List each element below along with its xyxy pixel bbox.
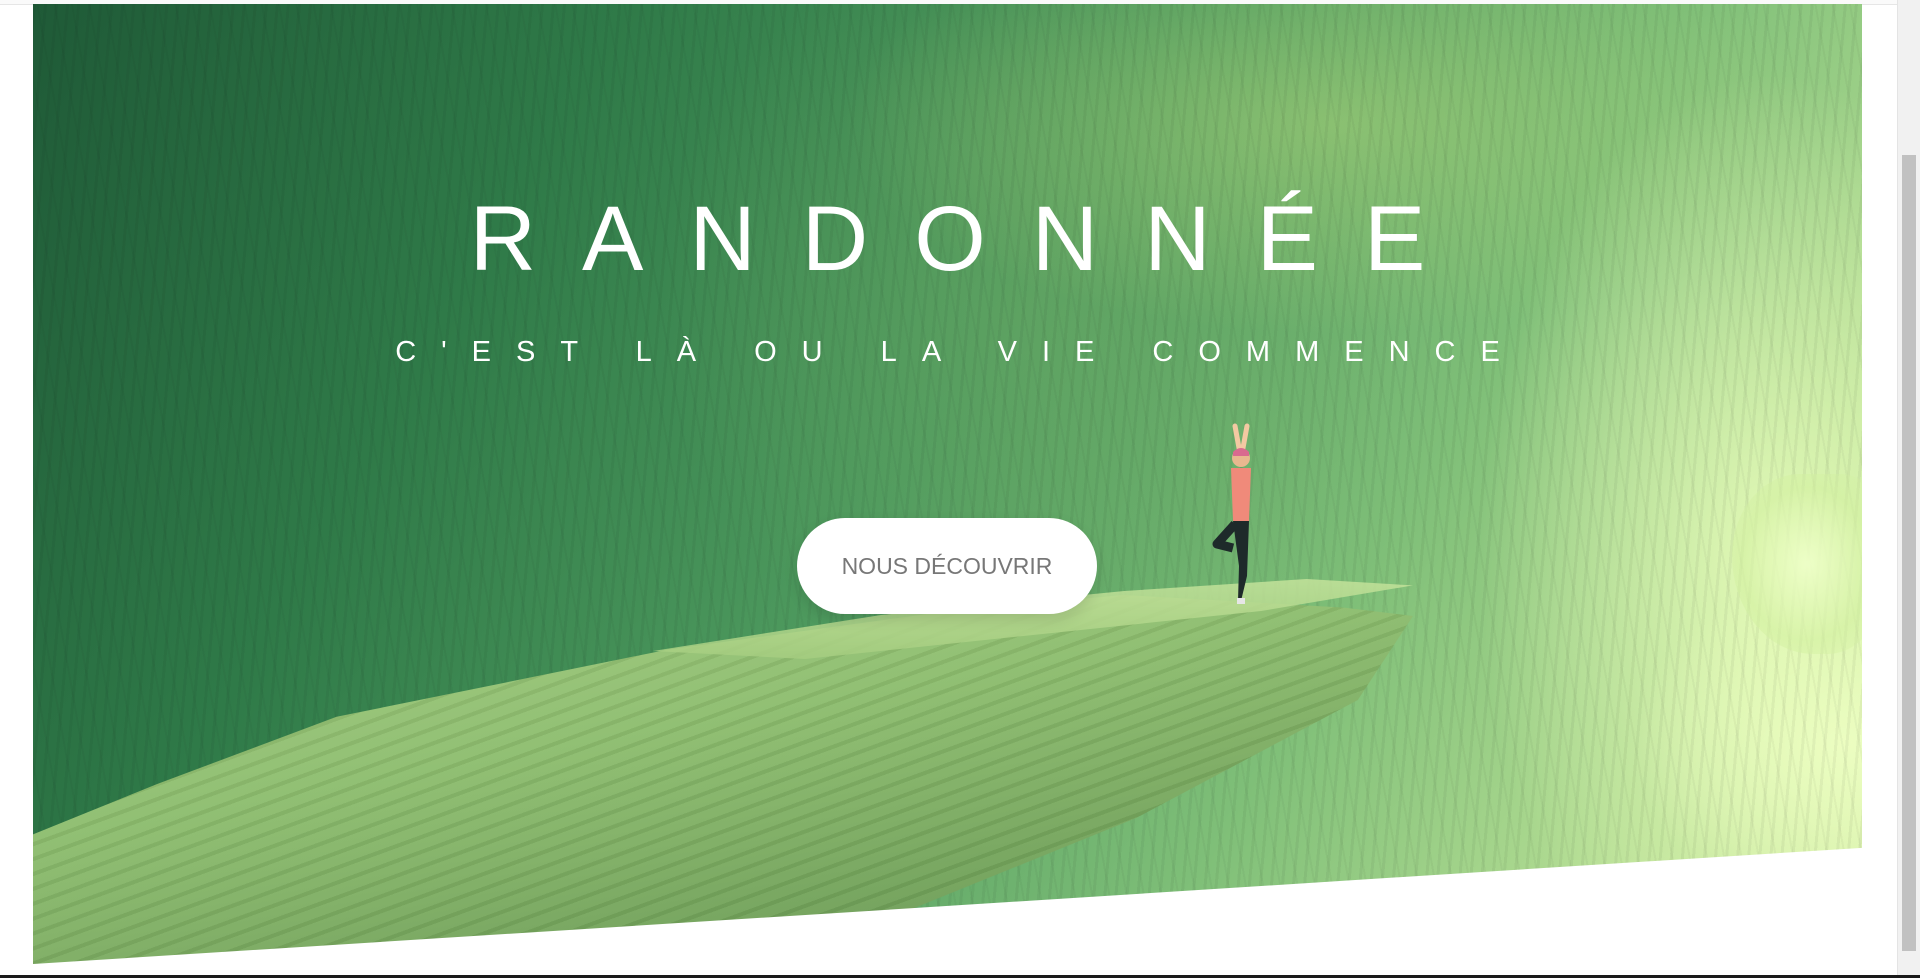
vertical-scrollbar[interactable] [1897,0,1920,978]
scrollbar-thumb[interactable] [1902,155,1916,951]
discover-button[interactable]: NOUS DÉCOUVRIR [797,518,1097,614]
page-viewport: RANDONNÉE C'EST LÀ OU LA VIE COMMENCE NO… [0,0,1898,978]
hero-section: RANDONNÉE C'EST LÀ OU LA VIE COMMENCE NO… [33,4,1862,964]
hero-title: RANDONNÉE [469,188,1472,290]
hero-content: RANDONNÉE C'EST LÀ OU LA VIE COMMENCE NO… [33,4,1862,964]
hero-subtitle: C'EST LÀ OU LA VIE COMMENCE [395,336,1525,368]
